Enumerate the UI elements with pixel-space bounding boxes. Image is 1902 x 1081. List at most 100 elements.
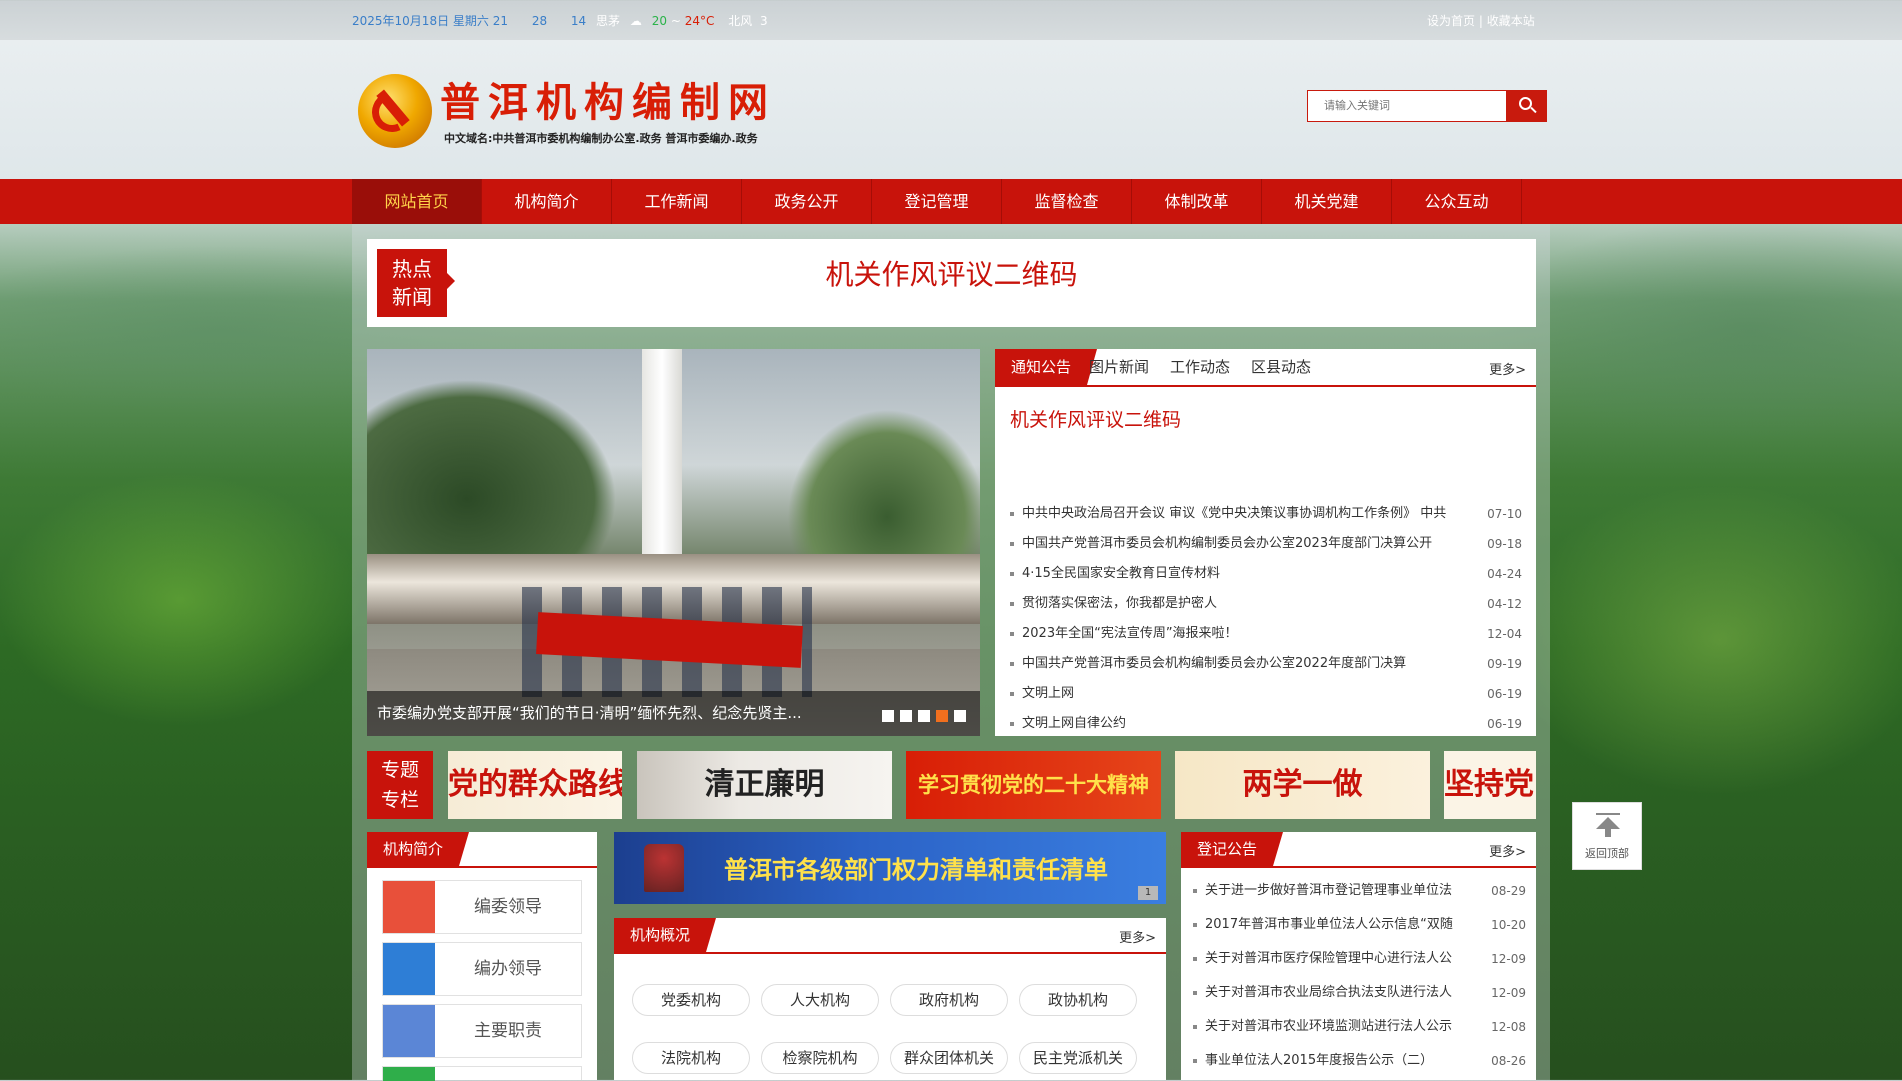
item-title[interactable]: 2023年全国“宪法宣传周”海报来啦！ xyxy=(1022,619,1477,649)
slider-dot[interactable] xyxy=(954,710,966,722)
item-title[interactable]: 中国共产党普洱市委员会机构编制委员会办公室2022年度部门决算 xyxy=(1022,649,1477,679)
org-overview-label[interactable]: 机构概况 xyxy=(614,918,717,952)
list-item[interactable]: 4·15全民国家安全教育日宣传材料 04-24 xyxy=(1010,559,1522,589)
list-item[interactable]: 关于对普洱市医疗保险管理中心进行法人公 12-09 xyxy=(1193,942,1526,976)
hot-news-panel: 热点 新闻 机关作风评议二维码 xyxy=(367,239,1536,327)
slider-dot[interactable] xyxy=(900,710,912,722)
notice-headline[interactable]: 机关作风评议二维码 xyxy=(1010,405,1181,432)
nav-item-home[interactable]: 网站首页 xyxy=(352,179,482,224)
party-emblem-icon xyxy=(358,74,432,148)
nav-item-registration[interactable]: 登记管理 xyxy=(872,179,1002,224)
special-banner-integrity[interactable]: 清正廉明 xyxy=(637,751,892,819)
power-list-text: 普洱市各级部门权力清单和责任清单 xyxy=(724,856,1108,884)
item-title[interactable]: 2017年普洱市事业单位法人公示信息“双随 xyxy=(1205,908,1475,942)
org-item-committee-leaders[interactable]: 编委领导 xyxy=(382,880,582,934)
tab-notice[interactable]: 通知公告 xyxy=(995,349,1098,385)
org-item-office-leaders[interactable]: 编办领导 xyxy=(382,942,582,996)
nav-item-party-building[interactable]: 机关党建 xyxy=(1262,179,1392,224)
org-pill-npc[interactable]: 人大机构 xyxy=(761,984,879,1016)
item-title[interactable]: 关于对普洱市医疗保险管理中心进行法人公 xyxy=(1205,942,1475,976)
org-pill-procuratorate[interactable]: 检察院机构 xyxy=(761,1042,879,1074)
special-banner-persist[interactable]: 坚持党 xyxy=(1444,751,1536,819)
registration-notice-label[interactable]: 登记公告 xyxy=(1181,832,1284,866)
search-button[interactable] xyxy=(1507,90,1547,122)
list-item[interactable]: 2023年全国“宪法宣传周”海报来啦！ 12-04 xyxy=(1010,619,1522,649)
org-item-main-duties[interactable]: 主要职责 xyxy=(382,1004,582,1058)
item-date: 09-19 xyxy=(1487,657,1522,671)
item-date: 04-12 xyxy=(1487,597,1522,611)
current-date: 2025年10月18日 星期六 21 xyxy=(352,14,508,28)
special-banner-mass-line[interactable]: 党的群众路线 xyxy=(448,751,622,819)
list-item[interactable]: 文明上网自律公约 06-19 xyxy=(1010,709,1522,739)
org-pill-cppcc[interactable]: 政协机构 xyxy=(1019,984,1137,1016)
item-date: 12-04 xyxy=(1487,627,1522,641)
item-title[interactable]: 4·15全民国家安全教育日宣传材料 xyxy=(1022,559,1477,589)
search-input[interactable] xyxy=(1308,91,1512,119)
org-intro-label[interactable]: 机构简介 xyxy=(367,832,470,866)
item-date: 12-08 xyxy=(1491,1020,1526,1034)
gears-icon xyxy=(383,1005,435,1057)
org-pill-government[interactable]: 政府机构 xyxy=(890,984,1008,1016)
list-item[interactable]: 中共中央政治局召开会议 审议《党中央决策议事协调机构工作条例》 中共 07-10 xyxy=(1010,499,1522,529)
item-title[interactable]: 关于进一步做好普洱市登记管理事业单位法 xyxy=(1205,874,1475,908)
news-slider[interactable]: 市委编办党支部开展“我们的节日·清明”缅怀先烈、纪念先贤主... xyxy=(367,349,980,736)
link-separator: | xyxy=(1478,14,1483,28)
nav-item-supervision[interactable]: 监督检查 xyxy=(1002,179,1132,224)
tab-county-updates[interactable]: 区县动态 xyxy=(1251,349,1311,385)
temp-low: 20 xyxy=(651,14,667,28)
list-item[interactable]: 中国共产党普洱市委员会机构编制委员会办公室2023年度部门决算公开 09-18 xyxy=(1010,529,1522,559)
item-title[interactable]: 中国共产党普洱市委员会机构编制委员会办公室2023年度部门决算公开 xyxy=(1022,529,1477,559)
org-pill-party[interactable]: 党委机构 xyxy=(632,984,750,1016)
item-title[interactable]: 文明上网自律公约 xyxy=(1022,709,1477,739)
registration-more-link[interactable]: 更多> xyxy=(1489,841,1526,860)
item-title[interactable]: 关于对普洱市农业环境监测站进行法人公示 xyxy=(1205,1010,1475,1044)
org-item-label: 编委领导 xyxy=(474,897,542,917)
site-header: 普洱机构编制网 中文域名:中共普洱市委机构编制办公室.政务 普洱市委编办.政务 xyxy=(352,40,1550,178)
banner-page-indicator[interactable]: 1 xyxy=(1138,886,1158,900)
list-item[interactable]: 关于对普洱市农业环境监测站进行法人公示 12-08 xyxy=(1193,1010,1526,1044)
org-item-more[interactable] xyxy=(382,1066,582,1081)
nav-item-work-news[interactable]: 工作新闻 xyxy=(612,179,742,224)
notice-more-link[interactable]: 更多> xyxy=(1489,359,1526,378)
weather-cloud-icon: ☁ xyxy=(629,14,642,28)
folder-icon xyxy=(383,1067,435,1081)
hot-news-title[interactable]: 机关作风评议二维码 xyxy=(367,253,1536,293)
org-pill-mass-orgs[interactable]: 群众团体机关 xyxy=(890,1042,1008,1074)
registration-notice-header: 登记公告 更多> xyxy=(1181,832,1536,868)
list-item[interactable]: 文明上网 06-19 xyxy=(1010,679,1522,709)
tab-photo-news[interactable]: 图片新闻 xyxy=(1089,349,1149,385)
nav-item-reform[interactable]: 体制改革 xyxy=(1132,179,1262,224)
nav-item-about[interactable]: 机构简介 xyxy=(482,179,612,224)
power-list-banner[interactable]: 普洱市各级部门权力清单和责任清单 1 xyxy=(614,832,1166,904)
nav-item-gov-affairs[interactable]: 政务公开 xyxy=(742,179,872,224)
notice-panel: 通知公告 图片新闻 工作动态 区县动态 更多> 机关作风评议二维码 中共中央政治… xyxy=(995,349,1536,736)
slider-dot[interactable] xyxy=(918,710,930,722)
list-item[interactable]: 中国共产党普洱市委员会机构编制委员会办公室2022年度部门决算 09-19 xyxy=(1010,649,1522,679)
org-pill-democratic-parties[interactable]: 民主党派机关 xyxy=(1019,1042,1137,1074)
item-title[interactable]: 关于对普洱市农业局综合执法支队进行法人 xyxy=(1205,976,1475,1010)
list-item[interactable]: 关于对普洱市农业局综合执法支队进行法人 12-09 xyxy=(1193,976,1526,1010)
site-title[interactable]: 普洱机构编制网 xyxy=(440,70,776,128)
slider-dot[interactable] xyxy=(882,710,894,722)
nav-item-public-interaction[interactable]: 公众互动 xyxy=(1392,179,1522,224)
list-item[interactable]: 事业单位法人2015年度报告公示（二） 08-26 xyxy=(1193,1044,1526,1078)
bookmark-link[interactable]: 收藏本站 xyxy=(1487,14,1535,28)
org-overview-more-link[interactable]: 更多> xyxy=(1119,927,1156,946)
registration-notice-panel: 登记公告 更多> 关于进一步做好普洱市登记管理事业单位法 08-29 2017年普… xyxy=(1181,832,1536,1080)
list-item[interactable]: 关于进一步做好普洱市登记管理事业单位法 08-29 xyxy=(1193,874,1526,908)
item-title[interactable]: 中共中央政治局召开会议 审议《党中央决策议事协调机构工作条例》 中共 xyxy=(1022,499,1477,529)
item-title[interactable]: 贯彻落实保密法，你我都是护密人 xyxy=(1022,589,1477,619)
list-item[interactable]: 2017年普洱市事业单位法人公示信息“双随 10-20 xyxy=(1193,908,1526,942)
slider-dot-active[interactable] xyxy=(936,710,948,722)
notice-list: 中共中央政治局召开会议 审议《党中央决策议事协调机构工作条例》 中共 07-10 … xyxy=(1010,499,1522,739)
list-item[interactable]: 贯彻落实保密法，你我都是护密人 04-12 xyxy=(1010,589,1522,619)
tab-work-updates[interactable]: 工作动态 xyxy=(1170,349,1230,385)
item-date: 12-09 xyxy=(1491,952,1526,966)
item-title[interactable]: 文明上网 xyxy=(1022,679,1477,709)
set-homepage-link[interactable]: 设为首页 xyxy=(1427,14,1475,28)
special-banner-two-studies[interactable]: 两学一做 xyxy=(1175,751,1430,819)
back-to-top-button[interactable]: 返回顶部 xyxy=(1572,802,1642,870)
org-pill-court[interactable]: 法院机构 xyxy=(632,1042,750,1074)
item-title[interactable]: 事业单位法人2015年度报告公示（二） xyxy=(1205,1044,1475,1078)
special-banner-20th-congress[interactable]: 学习贯彻党的二十大精神 xyxy=(906,751,1161,819)
